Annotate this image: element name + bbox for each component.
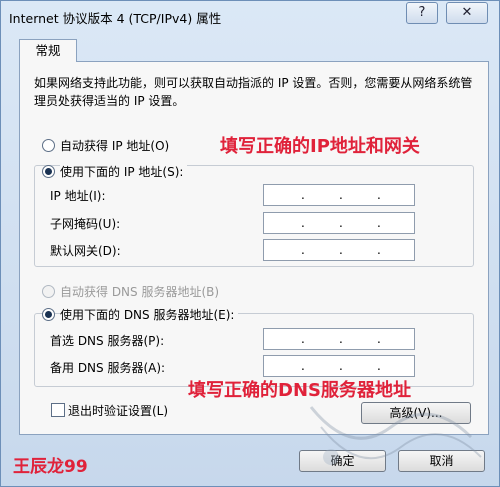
default-gateway-label: 默认网关(D): <box>50 244 121 258</box>
auto-dns-radio[interactable] <box>42 285 55 298</box>
manual-dns-radio[interactable] <box>42 308 55 321</box>
dialog-window: Internet 协议版本 4 (TCP/IPv4) 属性 ? ✕ 常规 如果网… <box>0 0 500 487</box>
close-icon: ✕ <box>461 5 473 20</box>
validate-checkbox[interactable] <box>51 403 65 417</box>
cancel-button[interactable]: 取消 <box>398 450 485 472</box>
ip-address-label: IP 地址(I): <box>50 189 106 203</box>
manual-dns-label[interactable]: 使用下面的 DNS 服务器地址(E): <box>60 306 239 323</box>
general-panel: 如果网络支持此功能，则可以获取自动指派的 IP 设置。否则，您需要从网络系统管理… <box>19 61 489 435</box>
alternate-dns-label: 备用 DNS 服务器(A): <box>50 361 166 375</box>
manual-ip-label[interactable]: 使用下面的 IP 地址(S): <box>60 163 188 180</box>
manual-ip-radio[interactable] <box>42 165 55 178</box>
subnet-mask-input[interactable]: ... <box>263 212 415 234</box>
tab-general[interactable]: 常规 <box>19 39 77 62</box>
preferred-dns-label: 首选 DNS 服务器(P): <box>50 334 165 348</box>
auto-ip-radio[interactable] <box>42 139 55 152</box>
close-button[interactable]: ✕ <box>446 2 488 24</box>
author-signature: 王辰龙99 <box>13 457 88 477</box>
help-button[interactable]: ? <box>406 2 438 24</box>
auto-ip-label[interactable]: 自动获得 IP 地址(O) <box>60 137 169 154</box>
title-bar: Internet 协议版本 4 (TCP/IPv4) 属性 ? ✕ <box>1 1 499 31</box>
subnet-mask-label: 子网掩码(U): <box>50 217 121 231</box>
ok-button[interactable]: 确定 <box>299 450 386 472</box>
dns-annotation: 填写正确的DNS服务器地址 <box>188 380 411 401</box>
auto-dns-label[interactable]: 自动获得 DNS 服务器地址(B) <box>60 283 219 300</box>
window-title: Internet 协议版本 4 (TCP/IPv4) 属性 <box>9 11 222 26</box>
description-text: 如果网络支持此功能，则可以获取自动指派的 IP 设置。否则，您需要从网络系统管理… <box>34 76 473 108</box>
default-gateway-input[interactable]: ... <box>263 239 415 261</box>
advanced-button[interactable]: 高级(V)... <box>361 402 471 424</box>
preferred-dns-input[interactable]: ... <box>263 328 415 350</box>
ip-annotation: 填写正确的IP地址和网关 <box>220 136 420 157</box>
validate-checkbox-label[interactable]: 退出时验证设置(L) <box>68 402 168 419</box>
help-icon: ? <box>418 5 426 20</box>
alternate-dns-input[interactable]: ... <box>263 355 415 377</box>
ip-address-input[interactable]: ... <box>263 184 415 206</box>
